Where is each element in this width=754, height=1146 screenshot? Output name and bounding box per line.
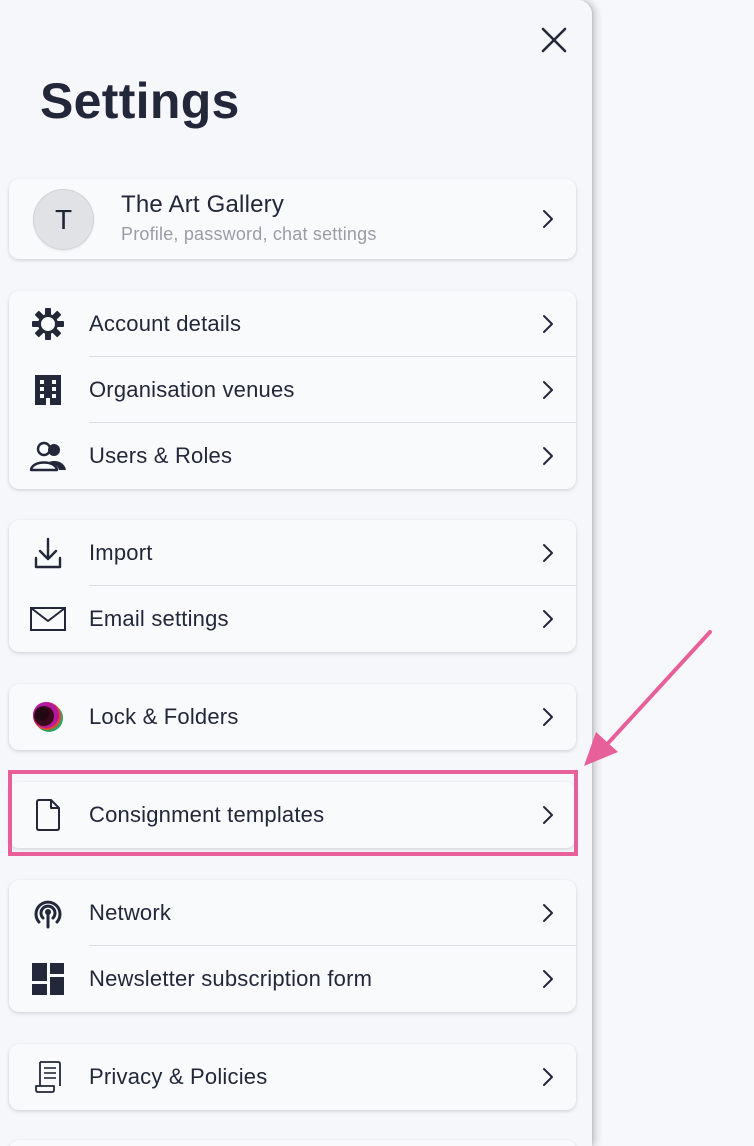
close-icon[interactable]	[537, 23, 571, 57]
settings-item-newsletter-subscription-form[interactable]: Newsletter subscription form	[9, 946, 576, 1012]
settings-item-import[interactable]: Import	[9, 520, 576, 586]
settings-item-label: Privacy & Policies	[89, 1064, 268, 1089]
settings-item-users-roles[interactable]: Users & Roles	[9, 423, 576, 489]
users-icon	[29, 438, 67, 474]
chevron-right-icon	[543, 381, 553, 399]
profile-name: The Art Gallery	[121, 191, 285, 218]
settings-item-label: Newsletter subscription form	[89, 966, 373, 991]
settings-item-label: Email settings	[89, 606, 229, 631]
settings-group-privacy: Privacy & Policies	[9, 1044, 576, 1110]
lock-folders-logo-icon	[29, 699, 67, 735]
envelope-icon	[29, 601, 67, 637]
settings-group-next	[9, 1140, 576, 1146]
settings-item-label: Network	[89, 900, 172, 925]
chevron-right-icon	[543, 1068, 553, 1086]
settings-group-network: Network Newsletter subscription form	[9, 880, 576, 1012]
settings-item-organisation-venues[interactable]: Organisation venues	[9, 357, 576, 423]
settings-group-import: Import Email settings	[9, 520, 576, 652]
profile-subtitle: Profile, password, chat settings	[121, 224, 377, 244]
settings-item-account-details[interactable]: Account details	[9, 291, 576, 357]
scroll-icon	[29, 1059, 67, 1095]
building-icon	[29, 372, 67, 408]
gear-icon	[29, 306, 67, 342]
highlight-box	[8, 770, 578, 856]
chevron-right-icon	[543, 904, 553, 922]
settings-item-label: Organisation venues	[89, 377, 295, 402]
settings-item-label: Import	[89, 540, 153, 565]
settings-item-label: Account details	[89, 311, 242, 336]
profile-card: T The Art Gallery Profile, password, cha…	[9, 179, 576, 259]
chevron-right-icon	[543, 315, 553, 333]
avatar: T	[33, 189, 94, 250]
chevron-right-icon	[543, 708, 553, 726]
settings-item-label: Lock & Folders	[89, 704, 239, 729]
settings-item-email-settings[interactable]: Email settings	[9, 586, 576, 652]
settings-group-account: Account details Organisation venues User…	[9, 291, 576, 489]
chevron-right-icon	[543, 210, 553, 228]
settings-panel: Settings T The Art Gallery Profile, pass…	[0, 0, 592, 1146]
annotation-arrow	[584, 630, 712, 766]
dashboard-icon	[29, 961, 67, 997]
chevron-right-icon	[543, 544, 553, 562]
settings-item-privacy-policies[interactable]: Privacy & Policies	[9, 1044, 576, 1110]
chevron-right-icon	[543, 610, 553, 628]
settings-item-network[interactable]: Network	[9, 880, 576, 946]
settings-item-lock-folders[interactable]: Lock & Folders	[9, 684, 576, 750]
download-icon	[29, 535, 67, 571]
chevron-right-icon	[543, 447, 553, 465]
settings-group-lock-folders: Lock & Folders	[9, 684, 576, 750]
broadcast-icon	[29, 895, 67, 931]
chevron-right-icon	[543, 970, 553, 988]
profile-row[interactable]: T The Art Gallery Profile, password, cha…	[9, 179, 576, 259]
page-title: Settings	[40, 73, 240, 129]
settings-item-label: Users & Roles	[89, 443, 233, 468]
